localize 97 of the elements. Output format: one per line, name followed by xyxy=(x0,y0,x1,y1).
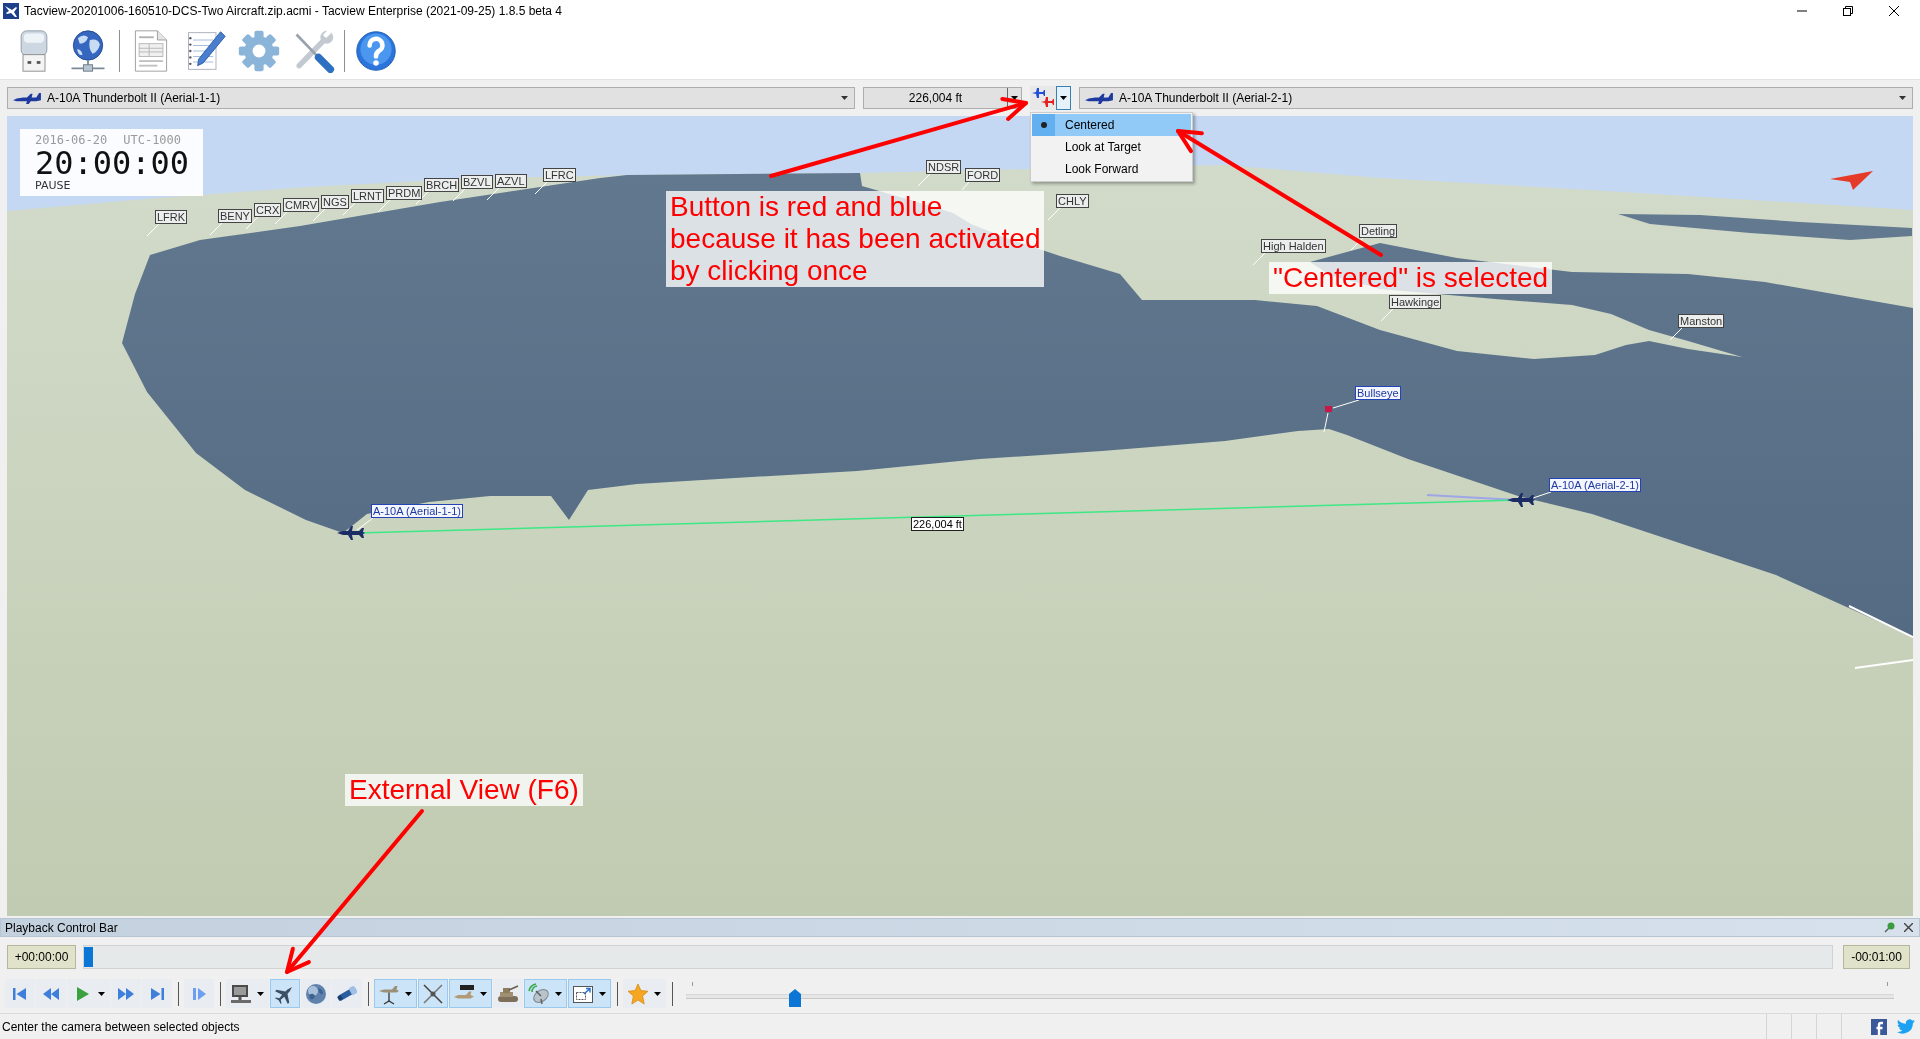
caret-icon xyxy=(98,991,105,996)
menu-item[interactable]: Look at Target xyxy=(1032,136,1191,158)
caret-icon xyxy=(1899,96,1906,100)
place-label: Detling xyxy=(1359,224,1398,238)
leader-line xyxy=(961,181,970,191)
date-text: 2016-06-20 xyxy=(35,133,108,147)
pin-icon[interactable] xyxy=(1884,922,1895,933)
object-label: A-10A (Aerial-2-1) xyxy=(1549,478,1642,492)
object-label: A-10A (Aerial-1-1) xyxy=(371,504,464,518)
place-label: AZVL xyxy=(495,174,527,188)
tank-icon xyxy=(497,982,519,1005)
direction-marker-icon xyxy=(1830,171,1873,190)
playback-status-text: PAUSE xyxy=(35,179,72,192)
monitor-button[interactable] xyxy=(226,979,269,1008)
primary-object-dropdown[interactable]: A-10A Thunderbolt II (Aerial-1-1) xyxy=(7,87,855,109)
label-toggle-button[interactable] xyxy=(449,979,492,1008)
radar-button[interactable] xyxy=(524,979,567,1008)
status-text: Center the camera between selected objects xyxy=(2,1019,240,1034)
place-label: High Halden xyxy=(1261,239,1326,253)
distance-dropdown[interactable]: 226,004 ft xyxy=(863,87,1022,109)
place-label: CHLY xyxy=(1056,194,1089,208)
model-stand-button[interactable] xyxy=(374,979,417,1008)
elapsed-time: +00:00:00 xyxy=(7,945,76,969)
caret-icon xyxy=(1060,96,1067,100)
play-button[interactable] xyxy=(67,979,110,1008)
secondary-object-dropdown[interactable]: A-10A Thunderbolt II (Aerial-2-1) xyxy=(1079,87,1913,109)
distance-label: 226,004 ft xyxy=(911,517,964,531)
caret-icon xyxy=(841,96,848,100)
annotation-text: "Centered" is selected xyxy=(1269,262,1553,294)
place-label: NDSR xyxy=(926,160,962,174)
help-icon[interactable] xyxy=(354,28,398,73)
fast-forward-button[interactable] xyxy=(111,979,141,1008)
leader-line xyxy=(1332,399,1360,409)
menu-item[interactable]: Centered xyxy=(1032,114,1191,136)
timeline-slider[interactable] xyxy=(83,945,1833,969)
jet-icon xyxy=(337,526,365,540)
bullseye-marker-icon xyxy=(1325,406,1332,412)
facebook-icon[interactable] xyxy=(1871,1018,1887,1035)
crossed-lines-button[interactable] xyxy=(418,979,448,1008)
remaining-time: -00:01:00 xyxy=(1843,945,1910,969)
leader-line xyxy=(356,517,374,531)
restore-icon[interactable] xyxy=(1843,6,1853,16)
menu-item[interactable]: Look Forward xyxy=(1032,158,1191,180)
radar-dish-icon xyxy=(528,982,550,1005)
contrail-line xyxy=(1854,659,1913,669)
contrail-line xyxy=(1848,605,1913,638)
place-label: PRDM xyxy=(386,186,423,200)
place-label: LRNT xyxy=(351,189,384,203)
slider-thumb[interactable] xyxy=(788,988,801,1007)
caret-icon xyxy=(257,991,264,996)
caret-icon xyxy=(1011,96,1018,100)
annotation-text: External View (F6) xyxy=(345,774,583,806)
place-label: LFRK xyxy=(155,210,188,224)
radio-dot-icon xyxy=(1040,122,1047,128)
window-title: Tacview-20201006-160510-DCS-Two Aircraft.zip.acmi - Tacview Enterprise (2021-09-25) 1.8.5 beta 4 xyxy=(24,4,563,18)
clock-time: 20:00:00 xyxy=(35,147,191,179)
panel-title: Playback Control Bar xyxy=(5,920,118,935)
caret-icon xyxy=(654,991,661,996)
place-label: BZVL xyxy=(461,175,493,189)
twitter-icon[interactable] xyxy=(1897,1019,1915,1034)
close-icon[interactable] xyxy=(1904,923,1913,932)
place-label: LFRC xyxy=(543,168,576,182)
place-label: BRCH xyxy=(424,178,460,192)
jet-icon xyxy=(12,91,42,105)
go-to-end-button[interactable] xyxy=(142,979,172,1008)
place-label: NGS xyxy=(321,195,349,209)
place-label: CMRV xyxy=(283,198,320,212)
rewind-button[interactable] xyxy=(36,979,66,1008)
camera-menu-button[interactable] xyxy=(1056,86,1071,110)
caret-icon xyxy=(599,991,606,996)
jet-icon xyxy=(1084,91,1114,105)
place-label: BENY xyxy=(218,209,252,223)
object-label: Bullseye xyxy=(1355,386,1401,400)
window-resize-button[interactable] xyxy=(568,979,611,1008)
go-to-start-button[interactable] xyxy=(5,979,35,1008)
star-icon xyxy=(627,982,649,1005)
timezone-text: UTC-1000 xyxy=(123,133,182,147)
app-icon xyxy=(3,3,19,19)
globe-button[interactable] xyxy=(301,979,331,1008)
caret-icon xyxy=(405,991,412,996)
caret-icon xyxy=(555,991,562,996)
telescope-button[interactable] xyxy=(332,979,362,1008)
place-label: Hawkinge xyxy=(1389,295,1442,309)
crossed-lines-icon xyxy=(422,982,444,1005)
place-label: FORD xyxy=(965,168,1001,182)
place-label: Manston xyxy=(1678,314,1725,328)
jet-icon xyxy=(1507,493,1535,507)
globe-icon xyxy=(305,982,327,1005)
slider-thumb[interactable] xyxy=(84,947,93,967)
monitor-icon xyxy=(230,982,252,1005)
annotation-text: Button is red and blue because it has been activated by clicking once xyxy=(666,191,1045,287)
marker-stem-line xyxy=(1323,412,1329,433)
tank-button[interactable] xyxy=(493,979,523,1008)
place-label: CRX xyxy=(254,203,282,217)
caret-icon xyxy=(480,991,487,996)
close-icon[interactable] xyxy=(1889,6,1899,16)
external-view-button[interactable] xyxy=(270,979,300,1008)
